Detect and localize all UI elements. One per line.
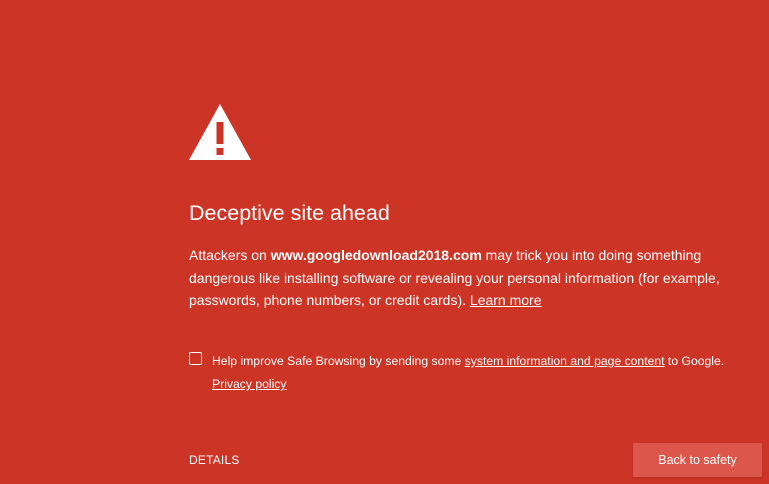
site-domain: www.googledownload2018.com xyxy=(270,247,482,263)
details-button[interactable]: DETAILS xyxy=(189,453,240,467)
warning-triangle-icon xyxy=(189,104,251,160)
message-prefix: Attackers on xyxy=(189,247,271,263)
main-message: Attackers on www.googledownload2018.com … xyxy=(189,244,761,312)
safe-browsing-opt-in: Help improve Safe Browsing by sending so… xyxy=(212,350,768,396)
learn-more-link[interactable]: Learn more xyxy=(470,292,542,308)
privacy-policy-link[interactable]: Privacy policy xyxy=(212,377,287,391)
page-title: Deceptive site ahead xyxy=(189,201,390,225)
interstitial-page: Deceptive site ahead Attackers on www.go… xyxy=(0,0,769,484)
opt-in-prefix: Help improve Safe Browsing by sending so… xyxy=(212,354,465,368)
system-information-link[interactable]: system information and page content xyxy=(465,354,665,368)
back-to-safety-button[interactable]: Back to safety xyxy=(633,443,762,477)
safe-browsing-checkbox[interactable] xyxy=(189,352,202,365)
opt-in-suffix: to Google. xyxy=(664,354,725,368)
